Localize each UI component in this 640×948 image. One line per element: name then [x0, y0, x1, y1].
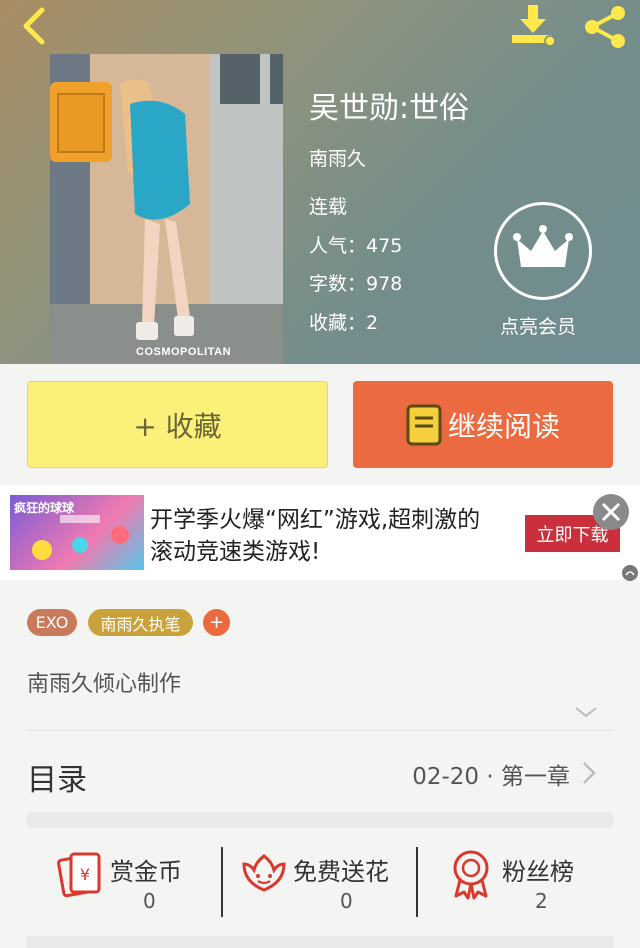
- book-title: 吴世勋:世俗: [309, 91, 470, 126]
- word-count-stat: 字数：978: [309, 269, 402, 296]
- support-divider-1: [221, 847, 223, 917]
- share-button[interactable]: [580, 4, 630, 50]
- toc-arrow[interactable]: [580, 760, 598, 786]
- book-author[interactable]: 南雨久: [309, 144, 366, 171]
- fan-ranking-label[interactable]: 粉丝榜: [502, 852, 574, 887]
- tag-exo[interactable]: EXO: [27, 609, 77, 636]
- description-divider: [27, 730, 613, 731]
- word-count-label: 字数：: [309, 273, 367, 295]
- toc-title[interactable]: 目录: [27, 755, 87, 799]
- favorites-stat: 收藏：2: [309, 308, 378, 335]
- flower-icon: [242, 854, 286, 892]
- vip-label[interactable]: 点亮会员: [500, 312, 576, 339]
- tag-author[interactable]: 南雨久执笔: [88, 609, 193, 636]
- coin-envelope-icon: ¥: [57, 852, 101, 898]
- close-icon: [601, 502, 621, 522]
- back-button[interactable]: [14, 4, 54, 48]
- vip-button[interactable]: [494, 202, 592, 300]
- reward-coins-button[interactable]: ¥: [55, 848, 105, 898]
- continue-reading-label: 继续阅读: [447, 409, 560, 443]
- chevron-right-icon: [583, 762, 596, 784]
- cover-image: [50, 54, 283, 364]
- ad-text[interactable]: 开学季火爆“网红”游戏,超刺激的滚动竞速类游戏!: [150, 504, 500, 568]
- expand-description-button[interactable]: [572, 702, 600, 722]
- popularity-value: 475: [366, 235, 403, 257]
- ad-image-caption: 疯狂的球球: [14, 501, 75, 515]
- word-count-value: 978: [366, 273, 403, 295]
- send-flowers-label[interactable]: 免费送花: [293, 852, 389, 887]
- crown-icon: [513, 225, 573, 267]
- fan-ranking-count: 2: [535, 889, 548, 913]
- download-button[interactable]: [508, 2, 558, 48]
- ad-close-button[interactable]: [593, 494, 629, 530]
- section-separator: [27, 812, 613, 828]
- add-favorite-button[interactable]: + 收藏: [27, 381, 328, 468]
- ribbon-badge-icon: [453, 850, 489, 900]
- send-flowers-button[interactable]: [240, 848, 288, 898]
- share-icon: [585, 6, 625, 48]
- ad-info-icon: [625, 571, 635, 576]
- reward-coins-count: 0: [143, 889, 156, 913]
- chevron-left-icon: [23, 7, 45, 45]
- book-icon: [406, 404, 442, 445]
- favorites-label: 收藏：: [309, 312, 367, 334]
- fan-ranking-button[interactable]: [448, 848, 494, 900]
- ad-info-badge[interactable]: [622, 565, 638, 581]
- favorites-value: 2: [366, 312, 379, 334]
- svg-text:¥: ¥: [80, 865, 90, 884]
- popularity-label: 人气：: [309, 235, 367, 257]
- bottom-separator: [27, 936, 613, 948]
- send-flowers-count: 0: [340, 889, 353, 913]
- cover-logo: COSMOPOLITAN: [136, 346, 232, 358]
- book-description: 南雨久倾心制作: [27, 672, 182, 697]
- chevron-down-icon: [575, 707, 597, 718]
- book-cover[interactable]: COSMOPOLITAN: [50, 54, 283, 364]
- reward-coins-label[interactable]: 赏金币: [110, 852, 182, 887]
- add-tag-button[interactable]: +: [203, 609, 230, 636]
- download-icon: [512, 5, 556, 47]
- support-divider-2: [416, 847, 418, 917]
- popularity-stat: 人气：475: [309, 231, 402, 258]
- ad-image[interactable]: 疯狂的球球: [10, 495, 144, 570]
- toc-latest-chapter[interactable]: 02-20 · 第一章: [412, 757, 570, 791]
- book-status: 连载: [309, 196, 348, 218]
- continue-reading-button[interactable]: 继续阅读: [353, 381, 613, 468]
